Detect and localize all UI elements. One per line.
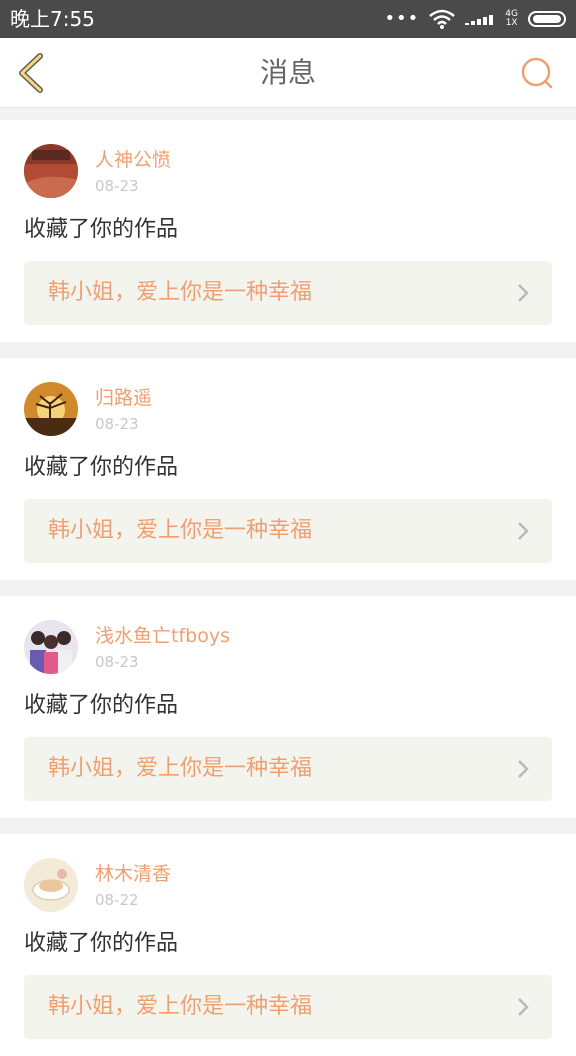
work-title: 韩小姐，爱上你是一种幸福 (48, 994, 313, 1019)
chevron-right-icon (518, 284, 529, 302)
more-dots-icon: ••• (384, 8, 420, 29)
signal-icon (465, 15, 494, 25)
work-title: 韩小姐，爱上你是一种幸福 (48, 518, 313, 543)
wifi-icon (429, 9, 456, 29)
avatar[interactable] (24, 382, 78, 436)
message-action: 收藏了你的作品 (24, 931, 179, 956)
message-action: 收藏了你的作品 (24, 455, 179, 480)
work-title: 韩小姐，爱上你是一种幸福 (48, 756, 313, 781)
username[interactable]: 林木清香 (95, 862, 171, 886)
message-action: 收藏了你的作品 (24, 217, 179, 242)
username[interactable]: 浅水鱼亡tfboys (95, 624, 230, 648)
username[interactable]: 人神公愤 (95, 148, 171, 172)
message-item: 归路遥 08-23 收藏了你的作品 韩小姐，爱上你是一种幸福 (0, 358, 576, 580)
work-title: 韩小姐，爱上你是一种幸福 (48, 280, 313, 305)
message-date: 08-23 (95, 177, 139, 195)
nav-bar: 消息 (0, 38, 576, 108)
message-date: 08-23 (95, 653, 139, 671)
search-icon[interactable] (520, 56, 554, 90)
chevron-right-icon (518, 760, 529, 778)
battery-icon (528, 11, 566, 27)
avatar[interactable] (24, 620, 78, 674)
message-item: 林木清香 08-22 收藏了你的作品 韩小姐，爱上你是一种幸福 (0, 834, 576, 1056)
network-type-bottom: 1X (505, 18, 518, 28)
avatar[interactable] (24, 858, 78, 912)
page-title: 消息 (259, 56, 316, 89)
message-item: 人神公愤 08-23 收藏了你的作品 韩小姐，爱上你是一种幸福 (0, 120, 576, 342)
network-type: 4G 1X (505, 10, 518, 28)
message-date: 08-23 (95, 415, 139, 433)
avatar[interactable] (24, 144, 78, 198)
status-time: 晚上7:55 (10, 7, 95, 31)
username[interactable]: 归路遥 (95, 386, 152, 410)
work-link[interactable]: 韩小姐，爱上你是一种幸福 (24, 737, 552, 801)
status-icons: ••• 4G 1X (384, 6, 566, 32)
chevron-right-icon (518, 998, 529, 1016)
status-bar: 晚上7:55 ••• 4G 1X (0, 0, 576, 38)
work-link[interactable]: 韩小姐，爱上你是一种幸福 (24, 975, 552, 1039)
message-item: 浅水鱼亡tfboys 08-23 收藏了你的作品 韩小姐，爱上你是一种幸福 (0, 596, 576, 818)
work-link[interactable]: 韩小姐，爱上你是一种幸福 (24, 499, 552, 563)
message-date: 08-22 (95, 891, 139, 909)
message-action: 收藏了你的作品 (24, 693, 179, 718)
work-link[interactable]: 韩小姐，爱上你是一种幸福 (24, 261, 552, 325)
chevron-right-icon (518, 522, 529, 540)
